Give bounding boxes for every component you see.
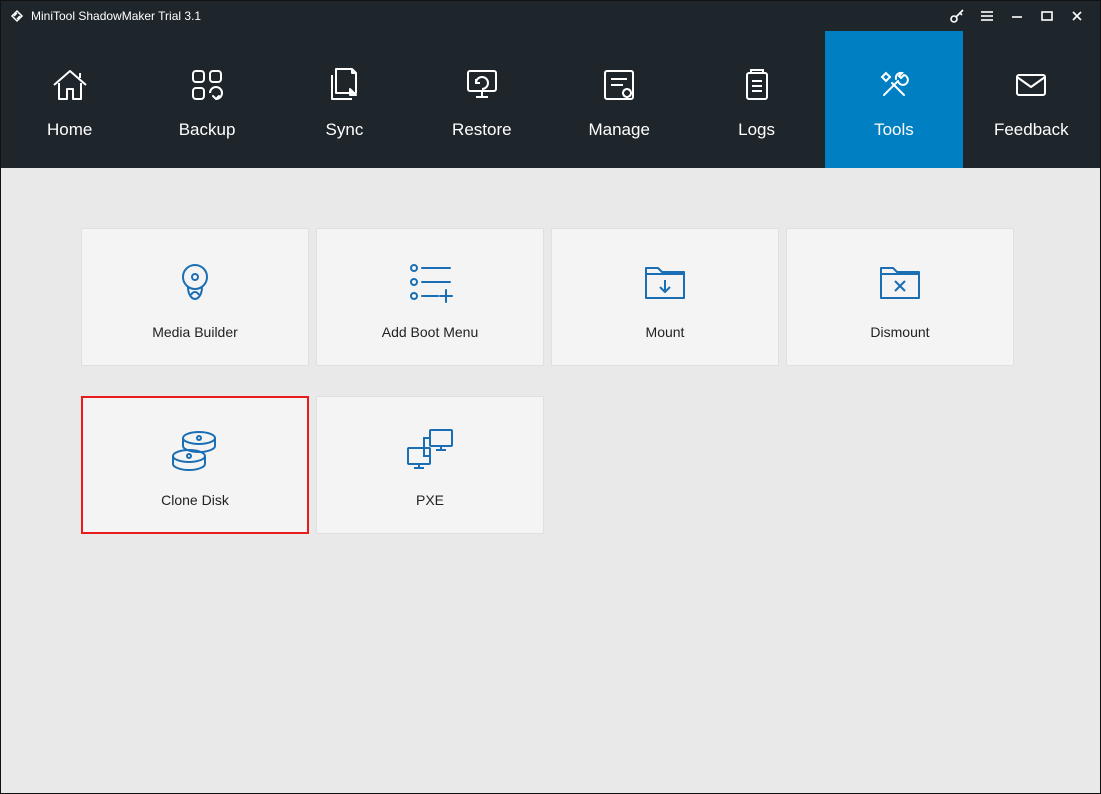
nav-sync-label: Sync (326, 120, 364, 140)
close-button[interactable] (1062, 1, 1092, 31)
backup-icon (185, 60, 229, 110)
titlebar: MiniTool ShadowMaker Trial 3.1 (1, 1, 1100, 31)
minimize-button[interactable] (1002, 1, 1032, 31)
feedback-icon (1009, 60, 1053, 110)
mount-icon (638, 254, 692, 310)
key-icon[interactable] (942, 1, 972, 31)
nav-home-label: Home (47, 120, 92, 140)
media-builder-icon (168, 254, 222, 310)
tool-media-builder-label: Media Builder (152, 324, 238, 340)
nav-backup[interactable]: Backup (138, 31, 275, 168)
nav-feedback-label: Feedback (994, 120, 1069, 140)
nav-home[interactable]: Home (1, 31, 138, 168)
maximize-button[interactable] (1032, 1, 1062, 31)
tool-media-builder[interactable]: Media Builder (81, 228, 309, 366)
nav-tools[interactable]: Tools (825, 31, 962, 168)
tool-pxe[interactable]: PXE (316, 396, 544, 534)
pxe-icon (400, 422, 460, 478)
nav-restore[interactable]: Restore (413, 31, 550, 168)
tools-grid: Media Builder Add Boot Menu Mount Dismou… (81, 228, 1020, 534)
nav-logs-label: Logs (738, 120, 775, 140)
home-icon (48, 60, 92, 110)
tool-clone-disk-label: Clone Disk (161, 492, 229, 508)
nav-manage[interactable]: Manage (551, 31, 688, 168)
menu-icon[interactable] (972, 1, 1002, 31)
tools-icon (872, 60, 916, 110)
main-nav: Home Backup Sync Restore Manage (1, 31, 1100, 168)
restore-icon (460, 60, 504, 110)
sync-icon (322, 60, 366, 110)
add-boot-menu-icon (402, 254, 458, 310)
app-logo-icon (9, 8, 25, 24)
nav-manage-label: Manage (588, 120, 649, 140)
logs-icon (735, 60, 779, 110)
tool-dismount[interactable]: Dismount (786, 228, 1014, 366)
tool-dismount-label: Dismount (870, 324, 929, 340)
tool-add-boot-menu-label: Add Boot Menu (382, 324, 479, 340)
app-window: MiniTool ShadowMaker Trial 3.1 Home (0, 0, 1101, 794)
tool-clone-disk[interactable]: Clone Disk (81, 396, 309, 534)
tool-mount[interactable]: Mount (551, 228, 779, 366)
nav-restore-label: Restore (452, 120, 512, 140)
tool-add-boot-menu[interactable]: Add Boot Menu (316, 228, 544, 366)
tool-mount-label: Mount (646, 324, 685, 340)
nav-tools-label: Tools (874, 120, 914, 140)
tools-panel: Media Builder Add Boot Menu Mount Dismou… (1, 168, 1100, 793)
manage-icon (597, 60, 641, 110)
app-title: MiniTool ShadowMaker Trial 3.1 (31, 9, 201, 23)
dismount-icon (873, 254, 927, 310)
nav-backup-label: Backup (179, 120, 236, 140)
nav-sync[interactable]: Sync (276, 31, 413, 168)
clone-disk-icon (165, 422, 225, 478)
nav-logs[interactable]: Logs (688, 31, 825, 168)
nav-feedback[interactable]: Feedback (963, 31, 1100, 168)
tool-pxe-label: PXE (416, 492, 444, 508)
